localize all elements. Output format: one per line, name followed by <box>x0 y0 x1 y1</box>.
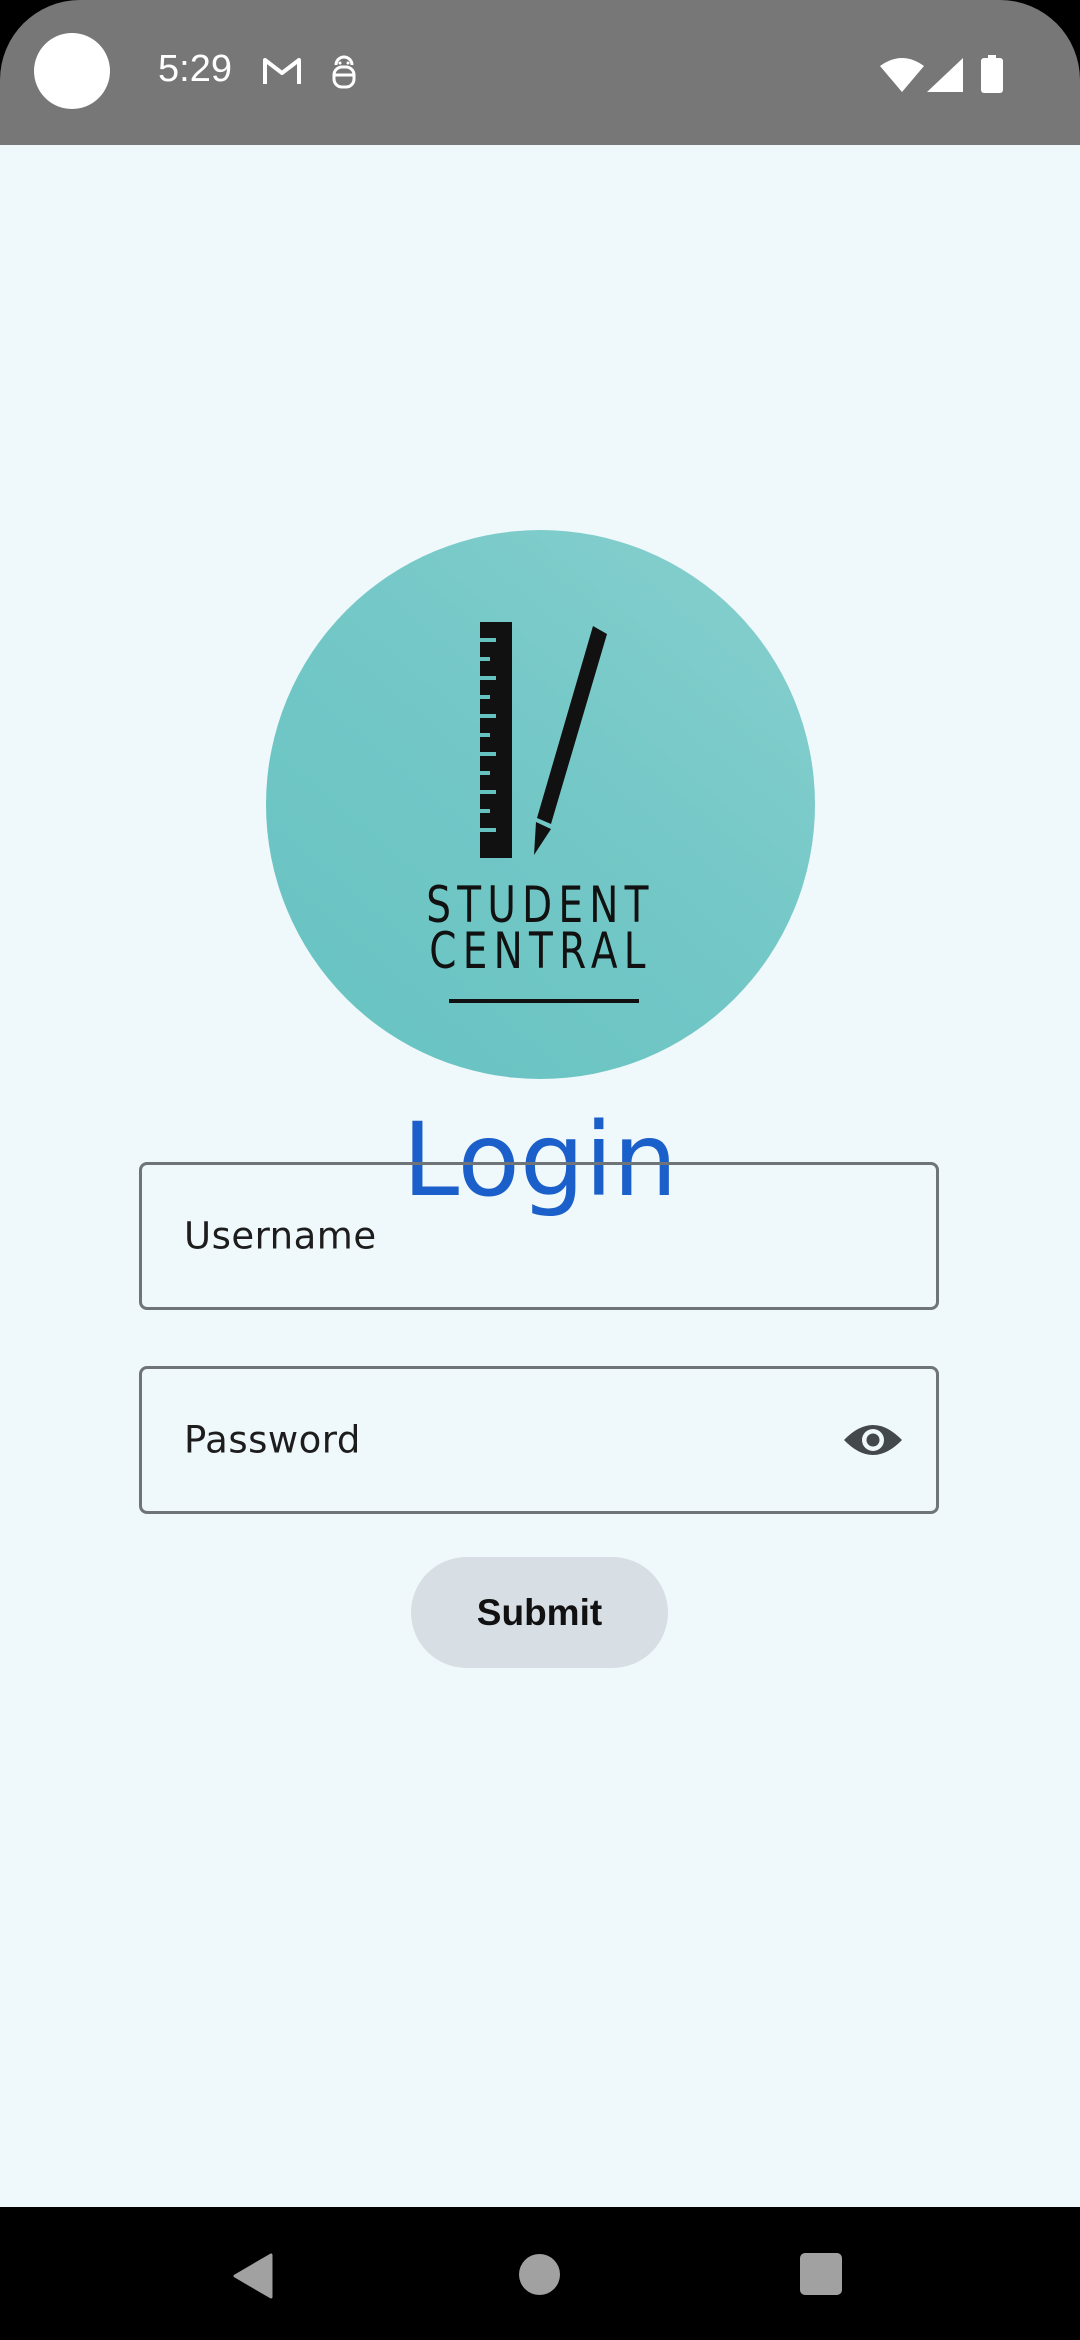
bug-icon <box>332 55 356 89</box>
camera-cutout <box>34 33 110 109</box>
logo-underline <box>449 999 639 1003</box>
submit-button[interactable]: Submit <box>411 1557 668 1668</box>
cell-signal-icon <box>927 58 963 92</box>
status-bar: 5:29 <box>0 0 1080 145</box>
username-field[interactable]: Username <box>139 1162 939 1310</box>
eye-icon[interactable] <box>842 1418 904 1462</box>
login-screen: STUDENT CENTRAL Login Username Password … <box>0 145 1080 2207</box>
phone-screen: 5:29 STUDENT CENTRAL Login Username Pass… <box>0 0 1080 2340</box>
battery-icon <box>981 55 1003 93</box>
back-icon[interactable] <box>233 2253 273 2299</box>
status-time: 5:29 <box>158 48 232 90</box>
logo-text-line2: CENTRAL <box>429 922 652 980</box>
gmail-icon <box>263 58 301 84</box>
ruler-pen-icon <box>480 622 607 858</box>
wifi-icon <box>880 58 924 92</box>
password-field[interactable]: Password <box>139 1366 939 1514</box>
navigation-bar <box>0 2207 1080 2340</box>
home-icon[interactable] <box>519 2254 560 2295</box>
recents-icon[interactable] <box>800 2253 842 2295</box>
app-logo: STUDENT CENTRAL <box>266 530 815 1079</box>
username-placeholder: Username <box>184 1214 377 1258</box>
password-placeholder: Password <box>184 1418 361 1462</box>
